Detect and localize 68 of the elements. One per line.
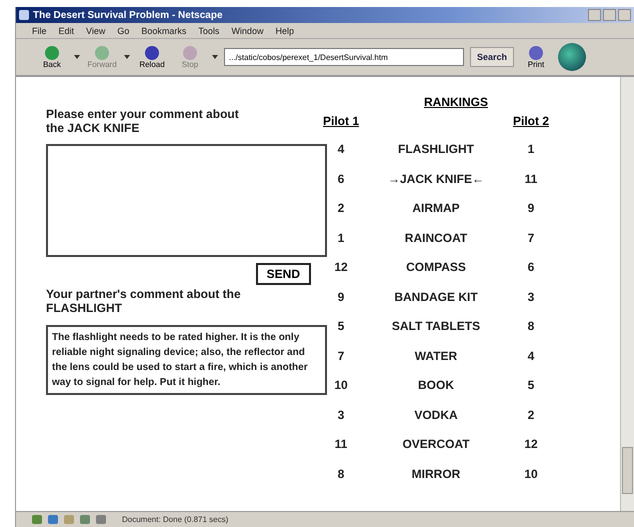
item-cell-text: →JACK KNIFE← — [386, 172, 485, 188]
rank-cell-text: 2 — [336, 201, 346, 217]
rank-cell-text: 2 — [526, 408, 536, 424]
menu-item[interactable]: Tools — [198, 26, 220, 36]
item-cell-text: BOOK — [417, 378, 455, 394]
item-cell-text: OVERCOAT — [401, 437, 471, 453]
rank-cell-text: 8 — [526, 319, 536, 335]
rank-cell-text: 5 — [526, 378, 536, 394]
comment-prompt: Please enter your comment about the JACK KNIFE — [46, 107, 240, 135]
rankings-title: RANKINGS — [422, 95, 489, 109]
search-button[interactable]: Search — [470, 47, 514, 67]
rank-cell-text: 8 — [336, 466, 346, 482]
rank-cell-text: 3 — [336, 408, 346, 424]
column-header: Pilot 1 — [322, 114, 360, 130]
toolbar-button[interactable]: Reload — [136, 46, 168, 68]
send-button[interactable]: SEND — [256, 263, 311, 285]
window-title: The Desert Survival Problem - Netscape — [33, 10, 224, 20]
address-field[interactable]: .../static/cobos/perexet_1/DesertSurvival.htm — [224, 48, 464, 66]
dropdown-arrow-icon[interactable] — [74, 55, 80, 59]
rank-cell-text: 3 — [526, 290, 536, 306]
item-cell-text: MIRROR — [410, 466, 462, 482]
print-button[interactable]: Print — [520, 46, 552, 68]
dropdown-arrow-icon[interactable] — [124, 55, 130, 59]
rank-cell-text: 4 — [526, 348, 536, 364]
column-header: Pilot 2 — [512, 114, 550, 130]
maximize-button[interactable] — [603, 9, 616, 21]
dropdown-arrow-icon[interactable] — [212, 55, 218, 59]
menu-item[interactable]: View — [86, 26, 106, 36]
rank-cell-text: 12 — [333, 260, 349, 276]
scrollbar[interactable] — [620, 77, 634, 511]
item-cell-text: BANDAGE KIT — [393, 290, 479, 306]
item-cell-text: VODKA — [413, 408, 459, 424]
menu-item[interactable]: Go — [117, 26, 130, 36]
rank-cell-text: 11 — [524, 172, 538, 188]
item-cell-text: SALT TABLETS — [390, 319, 482, 335]
menu-item[interactable]: Window — [231, 26, 264, 36]
close-button[interactable] — [618, 9, 631, 21]
partner-comment-label: Your partner's comment about the FLASHLIGHT — [46, 287, 242, 315]
rank-cell-text: 7 — [336, 348, 346, 364]
minimize-button[interactable] — [588, 9, 601, 21]
menu-item[interactable]: Bookmarks — [141, 26, 186, 36]
rank-cell-text: 10 — [333, 378, 349, 394]
item-cell-text: AIRMAP — [411, 201, 461, 217]
rank-cell-text: 9 — [526, 201, 536, 217]
rank-cell-text: 7 — [526, 230, 536, 246]
partner-comment: The flashlight needs to be rated higher. It is the only reliable night signaling device; also, the reflector and the lens could be used to start a fire, which is another way to signal for help. Put it higher. — [46, 325, 327, 395]
comment-field[interactable] — [46, 144, 327, 257]
rank-cell-text: 4 — [336, 142, 346, 158]
menu-item[interactable]: Edit — [58, 26, 74, 36]
rank-cell-text: 9 — [336, 290, 346, 306]
rank-cell-text: 6 — [526, 260, 536, 276]
item-cell-text: WATER — [414, 348, 458, 364]
rank-cell-text: 1 — [336, 230, 346, 246]
globe-icon[interactable] — [558, 43, 586, 71]
menu-item[interactable]: Help — [275, 26, 294, 36]
toolbar-button[interactable]: Back — [36, 46, 68, 68]
rank-cell-text: 1 — [526, 142, 536, 158]
status-text: Document: Done (0.871 secs) — [122, 515, 228, 524]
rank-cell-text: 6 — [336, 172, 346, 188]
rank-cell-text: 11 — [334, 437, 348, 453]
menu-item[interactable]: File — [32, 26, 47, 36]
app-icon — [19, 10, 29, 20]
rank-cell-text: 5 — [336, 319, 346, 335]
rank-cell-text: 10 — [523, 466, 539, 482]
item-cell-text: RAINCOAT — [404, 230, 468, 246]
item-cell-text: FLASHLIGHT — [397, 142, 475, 158]
rank-cell-text: 12 — [523, 437, 539, 453]
item-cell-text: COMPASS — [405, 260, 467, 276]
